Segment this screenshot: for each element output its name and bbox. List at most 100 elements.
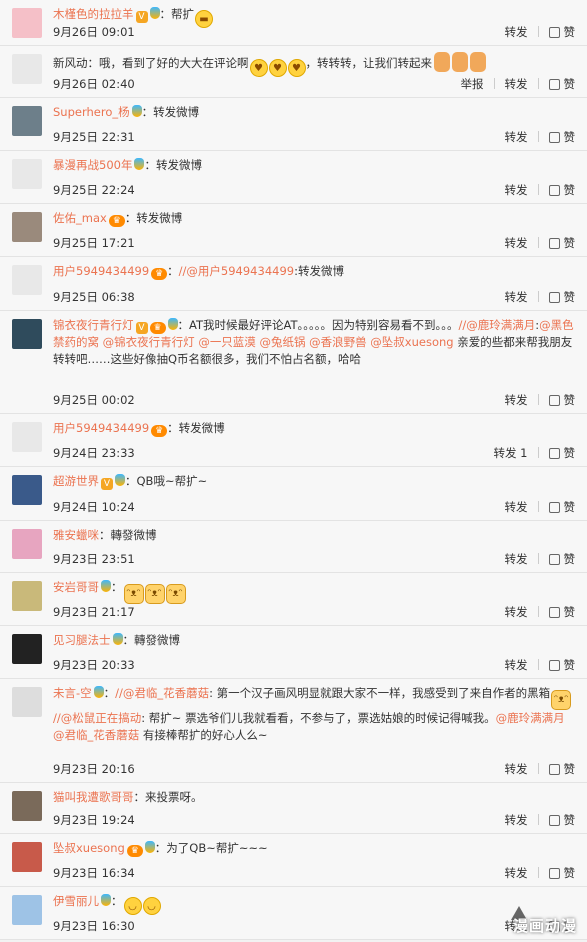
forward-link[interactable]: 转发 [505, 499, 528, 515]
avatar[interactable] [12, 895, 42, 925]
avatar[interactable] [12, 265, 42, 295]
like-label: 赞 [563, 183, 576, 197]
username-link[interactable]: 锦衣夜行青行灯 [53, 318, 134, 332]
forward-link[interactable]: 转发 [505, 657, 528, 673]
username-link[interactable]: 用户5949434499 [53, 421, 149, 435]
mention-link[interactable]: //@君临_花香蘑菇 [115, 686, 209, 700]
like-button[interactable]: 赞 [548, 235, 575, 251]
comment-actions: 转发 赞 [505, 289, 576, 305]
forward-link[interactable]: 转发 [505, 76, 528, 92]
like-button[interactable]: 赞 [548, 551, 575, 567]
report-link[interactable]: 举报 [461, 76, 484, 92]
comment-content: 新风动：哦，看到了好的大大在评论啊 ♥ ♥ ♥ ，转转转，让我们转起来 [53, 52, 577, 77]
forward-link[interactable]: 转发 [505, 129, 528, 145]
forward-link[interactable]: 转发 [505, 182, 528, 198]
username-link[interactable]: 坠叔xuesong [53, 841, 125, 855]
forward-link[interactable]: 转发 1 [494, 445, 528, 461]
like-button[interactable]: 赞 [548, 24, 575, 40]
mention-link[interactable]: @兔纸锅 [259, 335, 305, 349]
username-link[interactable]: 用户5949434499 [53, 264, 149, 278]
like-button[interactable]: 赞 [548, 499, 575, 515]
mention-link[interactable]: @鹿玲满满月 [496, 711, 565, 725]
username-link[interactable]: 雅安蠟咪 [53, 528, 99, 542]
mention-link[interactable]: @香浪野兽 [309, 335, 367, 349]
divider [493, 78, 495, 89]
avatar[interactable] [12, 159, 42, 189]
like-button[interactable]: 赞 [548, 812, 575, 828]
mention-link[interactable]: //@松鼠正在搞动 [53, 711, 141, 725]
like-button[interactable]: 赞 [548, 289, 575, 305]
avatar[interactable] [12, 8, 42, 38]
forward-link[interactable]: 转发 [505, 551, 528, 567]
username-link[interactable]: 安岩哥哥 [53, 580, 99, 594]
avatar[interactable] [12, 791, 42, 821]
username-link[interactable]: 见习腿法士 [53, 633, 111, 647]
like-button[interactable]: 赞 [548, 604, 575, 620]
like-label: 赞 [563, 77, 576, 91]
avatar[interactable] [12, 106, 42, 136]
avatar[interactable] [12, 319, 42, 349]
avatar[interactable] [12, 581, 42, 611]
avatar[interactable] [12, 422, 42, 452]
username-link[interactable]: 未言-空 [53, 686, 92, 700]
comment-text: ：QB哦~帮扩~ [125, 474, 208, 488]
like-button[interactable]: 赞 [548, 76, 576, 92]
forward-link[interactable]: 转发 [505, 865, 528, 881]
forward-link[interactable]: 转发 [505, 289, 528, 305]
comment-actions: 转发 赞 [505, 235, 576, 251]
like-button[interactable]: 赞 [548, 865, 575, 881]
mention-link[interactable]: @坠叔xuesong [370, 335, 453, 349]
mention-link[interactable]: @君临_花香蘑菇 [53, 728, 139, 742]
forward-link[interactable]: 转发 [505, 235, 528, 251]
mention-link[interactable]: @一只蓝漠 [198, 335, 256, 349]
comment-item: 木槿色的拉拉羊 V ：帮扩 ▬ 9月26日 09:01 转发 赞 [0, 0, 587, 46]
forward-link[interactable]: 转发 [505, 24, 528, 40]
mention-link[interactable]: //@鹿玲满满月 [459, 318, 536, 332]
avatar[interactable] [12, 475, 42, 505]
forward-link[interactable]: 转发 [505, 392, 528, 408]
forward-link[interactable]: 转发 [505, 761, 528, 777]
comment-text: ：来投票呀。 [133, 790, 203, 804]
divider [537, 394, 539, 405]
like-label: 赞 [563, 446, 576, 460]
like-button[interactable]: 赞 [548, 392, 575, 408]
comment-text: : 第一个汉子画风明显就跟大家不一样，我感受到了来自作者的黑箱 [209, 686, 551, 700]
balloon-icon [167, 318, 178, 330]
comment-text: ：帮扩 [159, 7, 195, 21]
thumbs-up-icon [548, 607, 560, 618]
avatar[interactable] [12, 529, 42, 559]
avatar[interactable] [12, 634, 42, 664]
thumbs-up-emoji-icon [470, 52, 486, 72]
comment-content: 猫叫我遭歌哥哥：来投票呀。 [53, 789, 577, 806]
forward-link[interactable]: 转发 [505, 604, 528, 620]
comment-text: : 帮扩~ 票选爷们儿我就看看，不参与了，票选姑娘的时候记得喊我。 [141, 711, 496, 725]
comment-time: 9月23日 23:51 [53, 552, 135, 566]
avatar[interactable] [12, 687, 42, 717]
divider [537, 26, 539, 37]
username-link[interactable]: 木槿色的拉拉羊 [53, 7, 134, 21]
comment-text: ：轉發微博 [122, 633, 181, 647]
comment-text: ，转转转，让我们转起来 [305, 56, 433, 70]
mention-link[interactable]: //@用户5949434499 [179, 264, 294, 278]
comment-item: 暴漫再战500年 ：转发微博 9月25日 22:24 转发 赞 [0, 151, 587, 204]
username-link[interactable]: 猫叫我遭歌哥哥 [53, 790, 134, 804]
like-button[interactable]: 赞 [548, 761, 575, 777]
username-link[interactable]: 超游世界 [53, 474, 99, 488]
avatar[interactable] [12, 212, 42, 242]
like-button[interactable]: 赞 [548, 445, 576, 461]
username-link[interactable]: 暴漫再战500年 [53, 158, 132, 172]
username-link[interactable]: 伊雪丽儿 [53, 894, 99, 908]
mention-link[interactable]: @锦衣夜行青行灯 [103, 335, 195, 349]
comment-item: 佐佑_max ♛ ：转发微博 9月25日 17:21 转发 赞 [0, 204, 587, 257]
divider [537, 78, 539, 89]
comment-actions: 转发 赞 [505, 761, 576, 777]
like-button[interactable]: 赞 [548, 182, 576, 198]
username-link[interactable]: 佐佑_max [53, 211, 107, 225]
comment-text: :转发微博 [294, 264, 344, 278]
avatar[interactable] [12, 54, 42, 84]
like-button[interactable]: 赞 [548, 657, 575, 673]
like-button[interactable]: 赞 [548, 129, 575, 145]
forward-link[interactable]: 转发 [505, 812, 528, 828]
username-link[interactable]: Superhero_杨 [53, 105, 130, 119]
avatar[interactable] [12, 842, 42, 872]
